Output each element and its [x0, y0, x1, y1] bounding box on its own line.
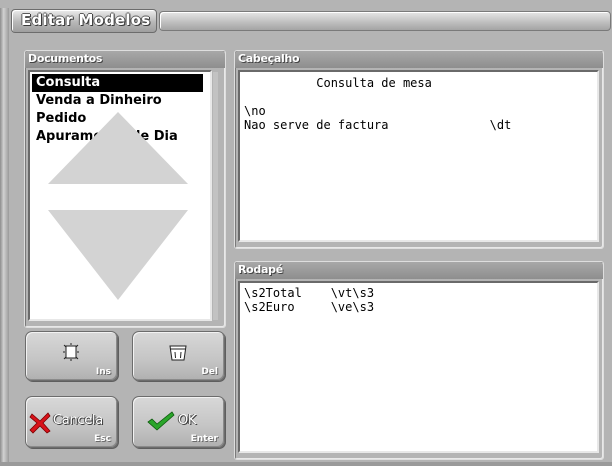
- footer-text-area[interactable]: \s2Total \vt\s3 \s2Euro \ve\s3: [238, 281, 599, 453]
- cancel-label: Cancela: [53, 413, 103, 428]
- ok-label: OK: [178, 413, 197, 428]
- cancel-button[interactable]: Cancela Esc: [25, 396, 118, 448]
- window-title: Editar Modelos: [21, 11, 151, 29]
- delete-button[interactable]: Del: [132, 331, 225, 381]
- footer-label: Rodapé: [238, 263, 283, 276]
- red-x-icon: [29, 412, 51, 434]
- documents-label: Documentos: [28, 52, 103, 65]
- green-check-icon: [147, 411, 175, 431]
- scroll-up-arrow-icon[interactable]: [48, 112, 188, 184]
- header-line: Nao serve de factura \dt: [244, 118, 512, 132]
- header-text-area[interactable]: Consulta de mesa \no Nao serve de factur…: [238, 70, 599, 242]
- header-label: Cabeçalho: [238, 52, 300, 65]
- documents-group-header: Documentos: [25, 51, 225, 68]
- ok-shortcut: Enter: [190, 434, 218, 444]
- footer-line: \s2Total \vt\s3: [244, 286, 375, 300]
- footer-group-header: Rodapé: [235, 262, 603, 279]
- documents-scrollbar[interactable]: [213, 72, 218, 320]
- window-bottom-frame: [0, 462, 612, 466]
- insert-shortcut: Ins: [95, 367, 111, 377]
- ok-button[interactable]: OK Enter: [132, 396, 225, 448]
- list-item[interactable]: Consulta: [32, 74, 203, 92]
- insert-document-icon: [63, 343, 79, 361]
- window-title-tab: Editar Modelos: [11, 9, 157, 33]
- trash-icon: [169, 345, 187, 361]
- header-line: Consulta de mesa: [244, 76, 432, 90]
- list-item[interactable]: Venda a Dinheiro: [32, 92, 203, 110]
- window-left-frame: [0, 8, 9, 466]
- editar-modelos-window: Editar Modelos Documentos Consulta Venda…: [0, 0, 612, 466]
- footer-line: \s2Euro \ve\s3: [244, 300, 375, 314]
- cancel-shortcut: Esc: [94, 434, 111, 444]
- header-group-header: Cabeçalho: [235, 51, 603, 68]
- header-line: \no: [244, 104, 266, 118]
- insert-button[interactable]: Ins: [25, 331, 118, 381]
- title-bar: [159, 11, 611, 31]
- scroll-down-arrow-icon[interactable]: [48, 210, 188, 300]
- delete-shortcut: Del: [201, 367, 218, 377]
